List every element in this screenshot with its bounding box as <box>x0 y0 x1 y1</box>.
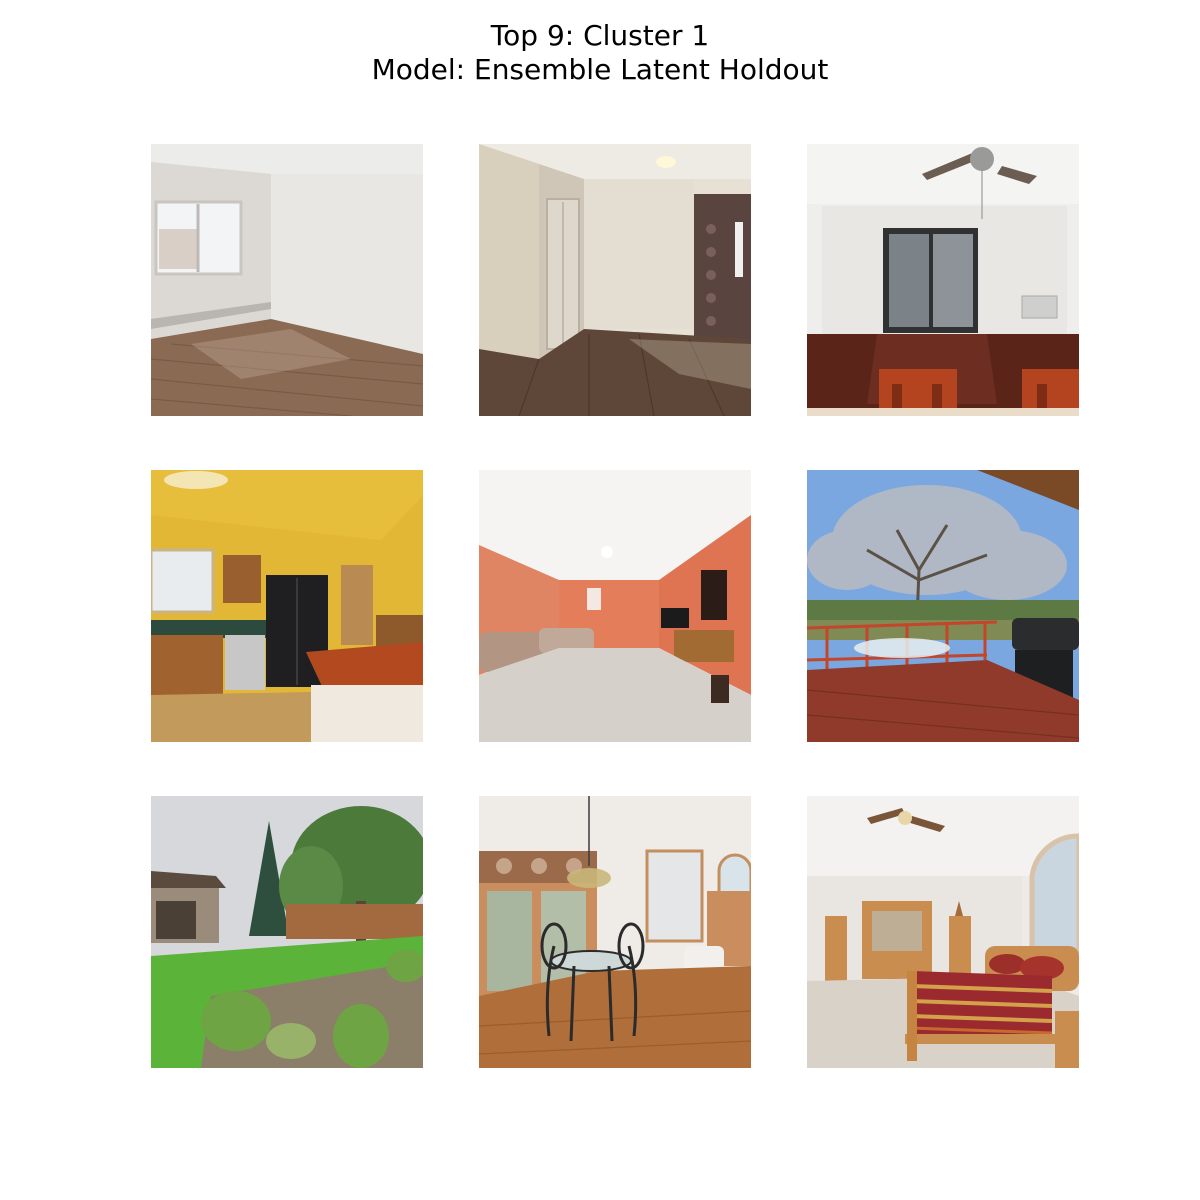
result-image-2 <box>479 144 751 416</box>
result-image-8 <box>479 796 751 1068</box>
figure-subtitle: Model: Ensemble Latent Holdout <box>371 53 829 86</box>
result-image-6 <box>807 470 1079 742</box>
living-room-image <box>479 470 751 742</box>
result-image-3 <box>807 144 1079 416</box>
result-image-9 <box>807 796 1079 1068</box>
result-image-4 <box>151 470 423 742</box>
empty-room-image <box>151 144 423 416</box>
entry-room-image <box>479 144 751 416</box>
dining-room-image <box>807 144 1079 416</box>
result-image-5 <box>479 470 751 742</box>
result-image-7 <box>151 796 423 1068</box>
deck-image <box>807 470 1079 742</box>
bedroom-image <box>807 796 1079 1068</box>
result-image-1 <box>151 144 423 416</box>
dining-nook-image <box>479 796 751 1068</box>
kitchen-image <box>151 470 423 742</box>
figure-title: Top 9: Cluster 1 <box>490 19 710 52</box>
backyard-image <box>151 796 423 1068</box>
